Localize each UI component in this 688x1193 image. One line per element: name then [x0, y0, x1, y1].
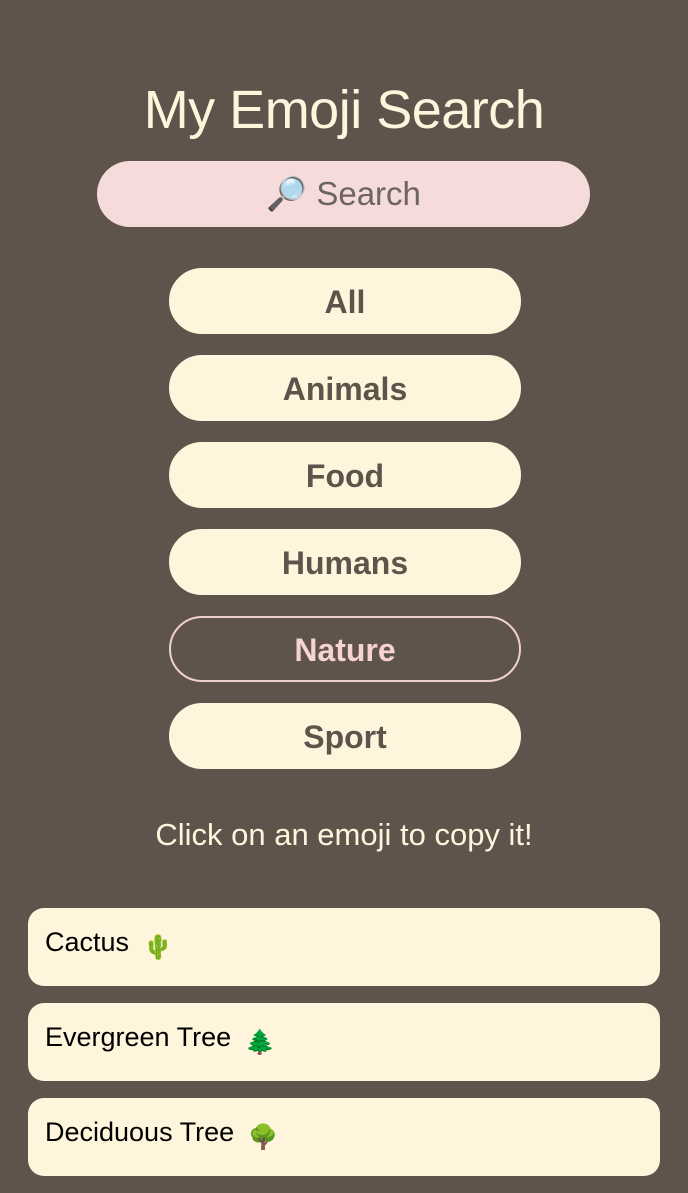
emoji-results-list: Cactus 🌵 Evergreen Tree 🌲 Deciduous Tree…: [28, 908, 660, 1193]
copy-hint: Click on an emoji to copy it!: [155, 817, 533, 852]
category-list: All Animals Food Humans Nature Sport: [169, 268, 521, 790]
category-button-humans[interactable]: Humans: [169, 529, 521, 595]
evergreen-tree-icon: 🌲: [245, 1029, 275, 1056]
category-button-nature[interactable]: Nature: [169, 616, 521, 682]
category-button-animals[interactable]: Animals: [169, 355, 521, 421]
deciduous-tree-icon: 🌳: [248, 1124, 278, 1151]
emoji-card-cactus[interactable]: Cactus 🌵: [28, 908, 660, 986]
category-button-food[interactable]: Food: [169, 442, 521, 508]
emoji-name: Evergreen Tree: [45, 1022, 232, 1052]
emoji-name: Deciduous Tree: [45, 1117, 235, 1147]
category-button-sport[interactable]: Sport: [169, 703, 521, 769]
search-input[interactable]: [97, 160, 590, 228]
emoji-card-evergreen-tree[interactable]: Evergreen Tree 🌲: [28, 1003, 660, 1081]
category-button-all[interactable]: All: [169, 268, 521, 334]
emoji-card-deciduous-tree[interactable]: Deciduous Tree 🌳: [28, 1098, 660, 1176]
cactus-icon: 🌵: [143, 934, 173, 961]
page-title: My Emoji Search: [143, 80, 545, 141]
search-bar[interactable]: [97, 160, 590, 228]
emoji-name: Cactus: [45, 927, 130, 957]
